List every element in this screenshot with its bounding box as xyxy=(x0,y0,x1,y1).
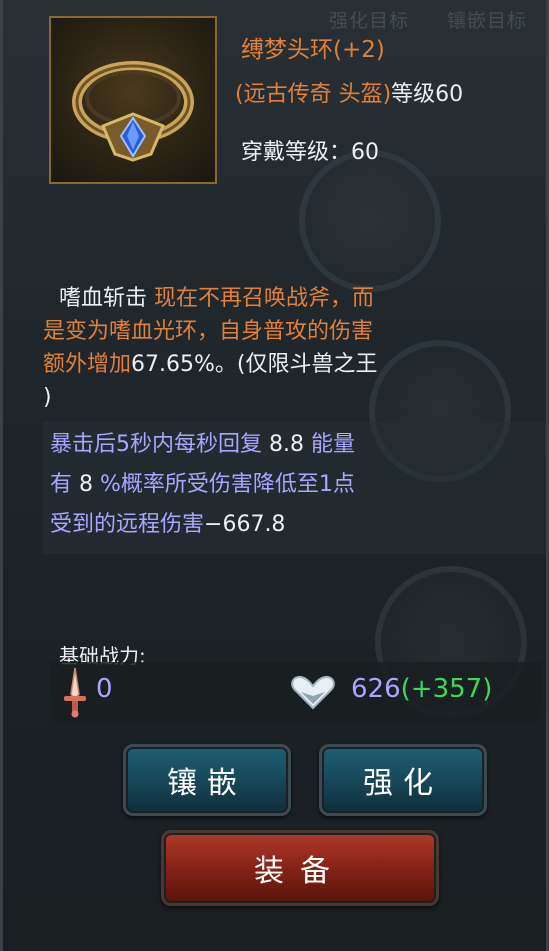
power-bonus: (+357) xyxy=(400,674,493,704)
item-type-line: (远古传奇 头盔)等级60 xyxy=(235,76,463,108)
description-line: ) xyxy=(43,385,52,410)
stat-text: 暴击后5秒内每秒回复 xyxy=(50,432,269,457)
power-row: 0 626(+357) xyxy=(51,662,541,722)
item-icon-frame xyxy=(49,16,217,184)
equip-button[interactable]: 装备 xyxy=(161,830,439,906)
stat-text: 受到的远程伤害 xyxy=(50,512,205,537)
background-slot-circle xyxy=(299,150,441,292)
stats-list: 暴击后5秒内每秒回复 8.8 能量 有 8 %概率所受伤害降低至1点 受到的远程… xyxy=(43,422,546,554)
tab-enhance-target[interactable]: 强化目标 xyxy=(329,6,409,33)
tab-inlay-target[interactable]: 镶嵌目标 xyxy=(447,6,527,33)
sword-power-value: 0 xyxy=(96,674,113,704)
wear-level-value: 60 xyxy=(351,140,380,165)
description-value: 67.65%。(仅限斗兽之王 xyxy=(131,352,378,377)
wear-level-label: 穿戴等级： xyxy=(241,140,352,165)
power-value-line: 626(+357) xyxy=(351,674,492,704)
stat-value: 8.8 xyxy=(269,432,304,457)
sword-icon xyxy=(64,667,86,718)
stat-row: 受到的远程伤害−667.8 xyxy=(50,506,285,538)
enhance-button[interactable]: 强化 xyxy=(319,744,487,816)
description-line: 是变为嗜血光环，自身普攻的伤害 xyxy=(43,319,374,344)
stat-row: 有 8 %概率所受伤害降低至1点 xyxy=(50,466,355,498)
stat-value: 8 xyxy=(79,472,93,497)
item-type: (远古传奇 头盔) xyxy=(235,82,392,107)
power-value: 626 xyxy=(351,674,401,704)
legendary-description: 嗜血斩击 现在不再召唤战斧，而 是变为嗜血光环，自身普攻的伤害 额外增加67.6… xyxy=(43,282,509,414)
stat-suffix: 能量 xyxy=(304,432,355,457)
item-name: 缚梦头环(+2) xyxy=(241,37,385,63)
item-level: 等级60 xyxy=(391,82,464,107)
item-tooltip-panel: 强化目标 镶嵌目标 缚梦头环(+2) (远古传奇 头盔)等级60 穿戴等级：60… xyxy=(0,0,549,951)
stat-suffix: %概率所受伤害降低至1点 xyxy=(93,472,355,497)
stat-row: 暴击后5秒内每秒回复 8.8 能量 xyxy=(50,426,355,458)
inlay-button[interactable]: 镶嵌 xyxy=(123,744,291,816)
crown-headband-icon xyxy=(72,61,194,162)
heart-shield-icon xyxy=(291,675,335,710)
stat-value: −667.8 xyxy=(204,512,286,537)
skill-name: 嗜血斩击 xyxy=(59,286,154,311)
wear-level: 穿戴等级：60 xyxy=(241,134,379,166)
description-line: 额外增加 xyxy=(43,352,132,377)
stat-text: 有 xyxy=(50,472,79,497)
description-line: 现在不再召唤战斧，而 xyxy=(154,286,375,311)
